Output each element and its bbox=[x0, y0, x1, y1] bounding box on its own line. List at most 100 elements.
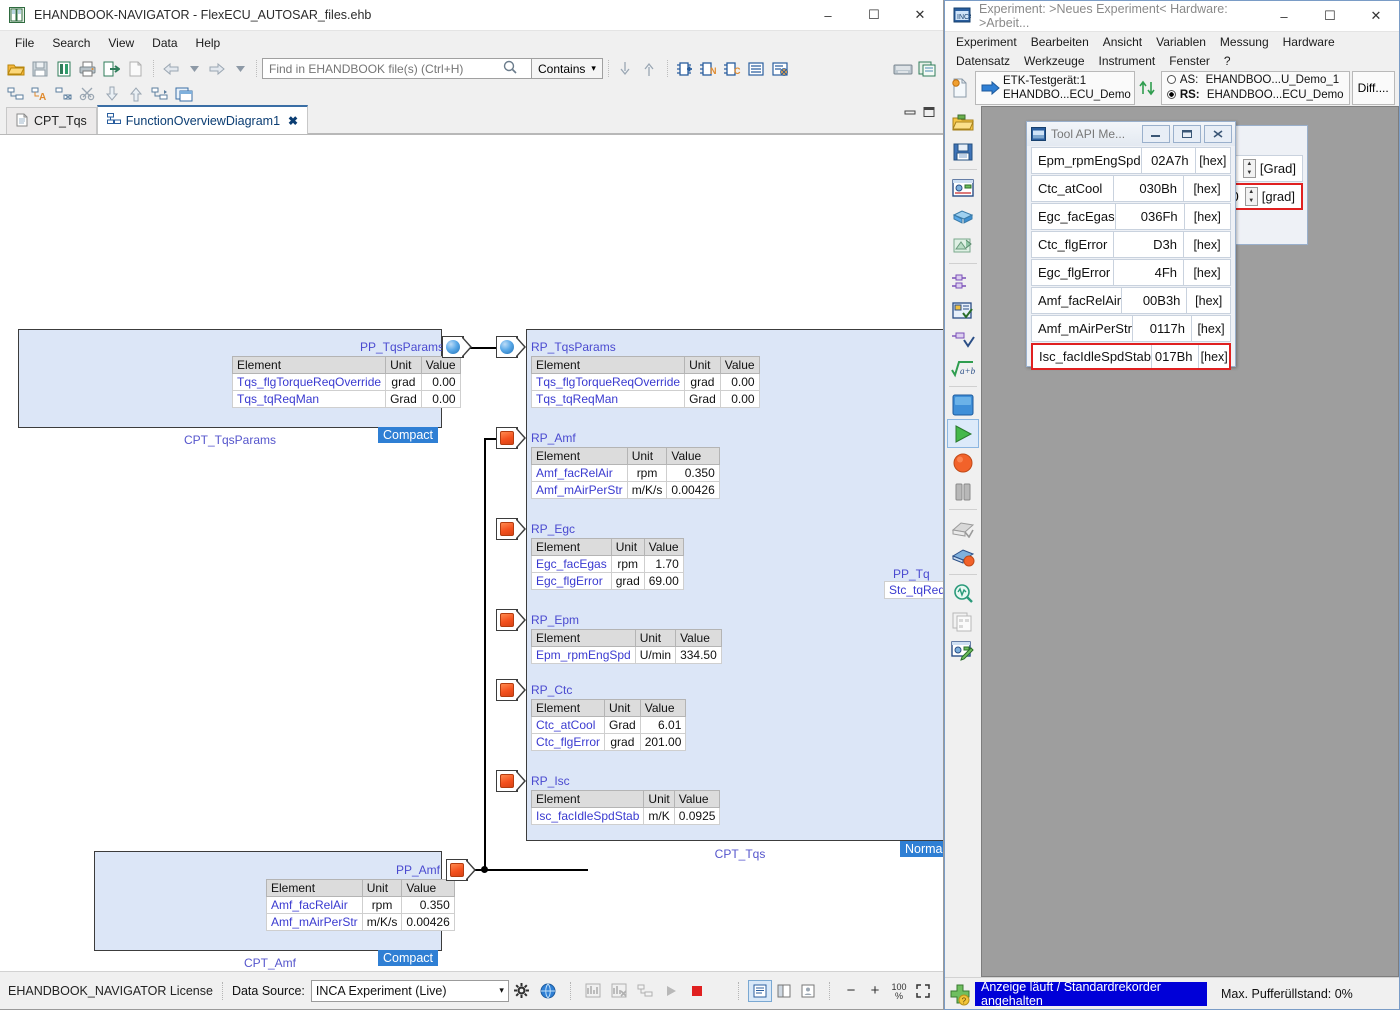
variable-row[interactable]: Ctc_atCool 030Bh [hex] bbox=[1031, 175, 1231, 202]
spinner-up-down[interactable]: ▲▼ bbox=[1243, 159, 1256, 178]
variable-row[interactable]: Egc_flgError 4Fh [hex] bbox=[1031, 259, 1231, 286]
layout-refresh-icon[interactable] bbox=[148, 82, 171, 105]
up-arrow-icon[interactable] bbox=[638, 57, 661, 80]
menu-ansicht[interactable]: Ansicht bbox=[1096, 33, 1149, 51]
minimize-button[interactable]: – bbox=[1261, 1, 1307, 32]
menu-bearbeiten[interactable]: Bearbeiten bbox=[1024, 33, 1096, 51]
keyboard-icon[interactable] bbox=[891, 57, 914, 80]
port-rp-epm[interactable] bbox=[496, 609, 526, 631]
table-row[interactable]: Amf_mAirPerStr m/K/s 0.00426 bbox=[267, 914, 455, 931]
stop-measure-icon[interactable] bbox=[947, 448, 979, 477]
minimize-button[interactable] bbox=[1142, 125, 1170, 143]
data-source-dropdown[interactable]: INCA Experiment (Live) ▾ bbox=[311, 980, 509, 1002]
close-icon[interactable]: ✖ bbox=[288, 114, 298, 128]
new-doc-icon[interactable] bbox=[947, 78, 973, 98]
menu-search[interactable]: Search bbox=[43, 33, 99, 53]
table-row[interactable]: Amf_facRelAir rpm 0.350 bbox=[267, 897, 455, 914]
save-experiment-icon[interactable] bbox=[947, 137, 979, 166]
variable-row[interactable]: Ctc_flgError D3h [hex] bbox=[1031, 231, 1231, 258]
up-down-transfer-icon[interactable] bbox=[1137, 79, 1159, 97]
zoom-out-button[interactable]: − bbox=[839, 980, 863, 1002]
open-folder-icon[interactable] bbox=[4, 57, 27, 80]
zoom-reset-button[interactable]: 100% bbox=[887, 980, 911, 1002]
download-icon[interactable] bbox=[100, 82, 123, 105]
badge-compact-tqsparams[interactable]: Compact bbox=[378, 427, 438, 443]
cut-links-icon[interactable] bbox=[76, 82, 99, 105]
menu-messung[interactable]: Messung bbox=[1213, 33, 1276, 51]
table-row[interactable]: Amf_facRelAir rpm 0.350 bbox=[532, 465, 720, 482]
recorder-icon[interactable] bbox=[947, 513, 979, 542]
view-single-icon[interactable] bbox=[748, 980, 772, 1002]
calibration-icon[interactable] bbox=[947, 231, 979, 260]
chip-c-icon[interactable]: C bbox=[721, 57, 744, 80]
variables-icon[interactable] bbox=[947, 267, 979, 296]
diff-button[interactable]: Diff.... bbox=[1352, 71, 1395, 105]
restore-icon[interactable] bbox=[904, 106, 916, 121]
port-rp-ctc[interactable] bbox=[496, 679, 526, 701]
menu-fenster[interactable]: Fenster bbox=[1162, 52, 1217, 70]
print-icon[interactable] bbox=[76, 57, 99, 80]
variable-row[interactable]: Epm_rpmEngSpd 02A7h [hex] bbox=[1031, 147, 1231, 174]
view-card-icon[interactable] bbox=[796, 980, 820, 1002]
open-experiment-icon[interactable] bbox=[947, 108, 979, 137]
badge-compact-amf[interactable]: Compact bbox=[378, 950, 438, 966]
display-icon[interactable] bbox=[947, 390, 979, 419]
variable-row[interactable]: Egc_facEgas 036Fh [hex] bbox=[1031, 203, 1231, 230]
port-pp-tqsparams[interactable] bbox=[442, 336, 472, 358]
forward-dropdown-icon[interactable] bbox=[229, 58, 251, 80]
recorder-record-icon[interactable] bbox=[947, 542, 979, 571]
port-rp-amf[interactable] bbox=[496, 427, 526, 449]
table-row[interactable]: Egc_facEgas rpm 1.70 bbox=[532, 556, 684, 573]
chip-add-icon[interactable] bbox=[673, 57, 696, 80]
window-clone-icon[interactable] bbox=[172, 82, 195, 105]
table-row[interactable]: Egc_flgError grad 69.00 bbox=[532, 573, 684, 590]
table-row[interactable]: Ctc_flgError grad 201.00 bbox=[532, 734, 686, 751]
down-arrow-icon[interactable] bbox=[614, 57, 637, 80]
forward-arrow-icon[interactable] bbox=[205, 57, 228, 80]
table-row[interactable]: Ctc_atCool Grad 6.01 bbox=[532, 717, 686, 734]
maximize-button[interactable]: ☐ bbox=[851, 0, 897, 31]
stop-icon[interactable] bbox=[686, 980, 708, 1002]
close-button[interactable]: ✕ bbox=[897, 0, 943, 31]
close-button[interactable] bbox=[1204, 125, 1232, 143]
hardware-device-selector[interactable]: ETK-Testgerät:1 EHANDBO...ECU_Demo bbox=[975, 71, 1135, 105]
tool-api-measurement-window[interactable]: Tool API Me... Epm_rpmEngSpd 02A7h [hex]… bbox=[1026, 121, 1236, 367]
radio-as[interactable] bbox=[1167, 75, 1176, 84]
export-icon[interactable] bbox=[100, 57, 123, 80]
menu-variablen[interactable]: Variablen bbox=[1149, 33, 1213, 51]
edit-display-icon[interactable] bbox=[947, 636, 979, 665]
menu-datensatz[interactable]: Datensatz bbox=[949, 52, 1017, 70]
layout-icon[interactable] bbox=[634, 980, 656, 1002]
close-button[interactable]: ✕ bbox=[1353, 1, 1399, 32]
port-rp-tqsparams[interactable] bbox=[496, 336, 526, 358]
copy-layout-icon[interactable] bbox=[947, 607, 979, 636]
measure-icon[interactable] bbox=[582, 980, 604, 1002]
start-measure-icon[interactable] bbox=[947, 419, 979, 448]
chip-n-icon[interactable]: N bbox=[697, 57, 720, 80]
spinner-up-down[interactable]: ▲▼ bbox=[1245, 187, 1258, 206]
table-row[interactable]: Amf_mAirPerStr m/K/s 0.00426 bbox=[532, 482, 720, 499]
menu-hardware[interactable]: Hardware bbox=[1276, 33, 1342, 51]
minimize-button[interactable]: – bbox=[805, 0, 851, 31]
table-row[interactable]: Tqs_flgTorqueReqOverride grad 0.00 bbox=[532, 374, 760, 391]
help-plus-icon[interactable]: ? bbox=[945, 979, 975, 1009]
variable-row-highlighted[interactable]: Isc_facIdleSpdStab 017Bh [hex] bbox=[1031, 343, 1231, 370]
zoom-signal-icon[interactable] bbox=[947, 578, 979, 607]
table-row[interactable]: Tqs_tqReqMan Grad 0.00 bbox=[532, 391, 760, 408]
gear-icon[interactable] bbox=[511, 980, 533, 1002]
restore-button[interactable] bbox=[1173, 125, 1201, 143]
menu-file[interactable]: File bbox=[6, 33, 43, 53]
list-icon[interactable] bbox=[745, 57, 768, 80]
tool-api-titlebar[interactable]: Tool API Me... bbox=[1027, 122, 1235, 146]
zoom-in-button[interactable]: + bbox=[863, 980, 887, 1002]
formula-icon[interactable]: a+b bbox=[947, 354, 979, 383]
back-arrow-icon[interactable] bbox=[159, 57, 182, 80]
variable-row[interactable]: Amf_facRelAir 00B3h [hex] bbox=[1031, 287, 1231, 314]
measure-config-icon[interactable] bbox=[608, 980, 630, 1002]
list-disabled-icon[interactable] bbox=[769, 57, 792, 80]
maximize-icon[interactable] bbox=[923, 106, 935, 121]
inca-measurement-canvas[interactable]: ▲▼ [Grad] 0 ▲▼ [grad] Tool API Me... bbox=[981, 106, 1399, 977]
search-mode-dropdown[interactable]: Contains ▾ bbox=[531, 58, 603, 79]
menu-view[interactable]: View bbox=[99, 33, 143, 53]
menu-experiment[interactable]: Experiment bbox=[949, 33, 1024, 51]
